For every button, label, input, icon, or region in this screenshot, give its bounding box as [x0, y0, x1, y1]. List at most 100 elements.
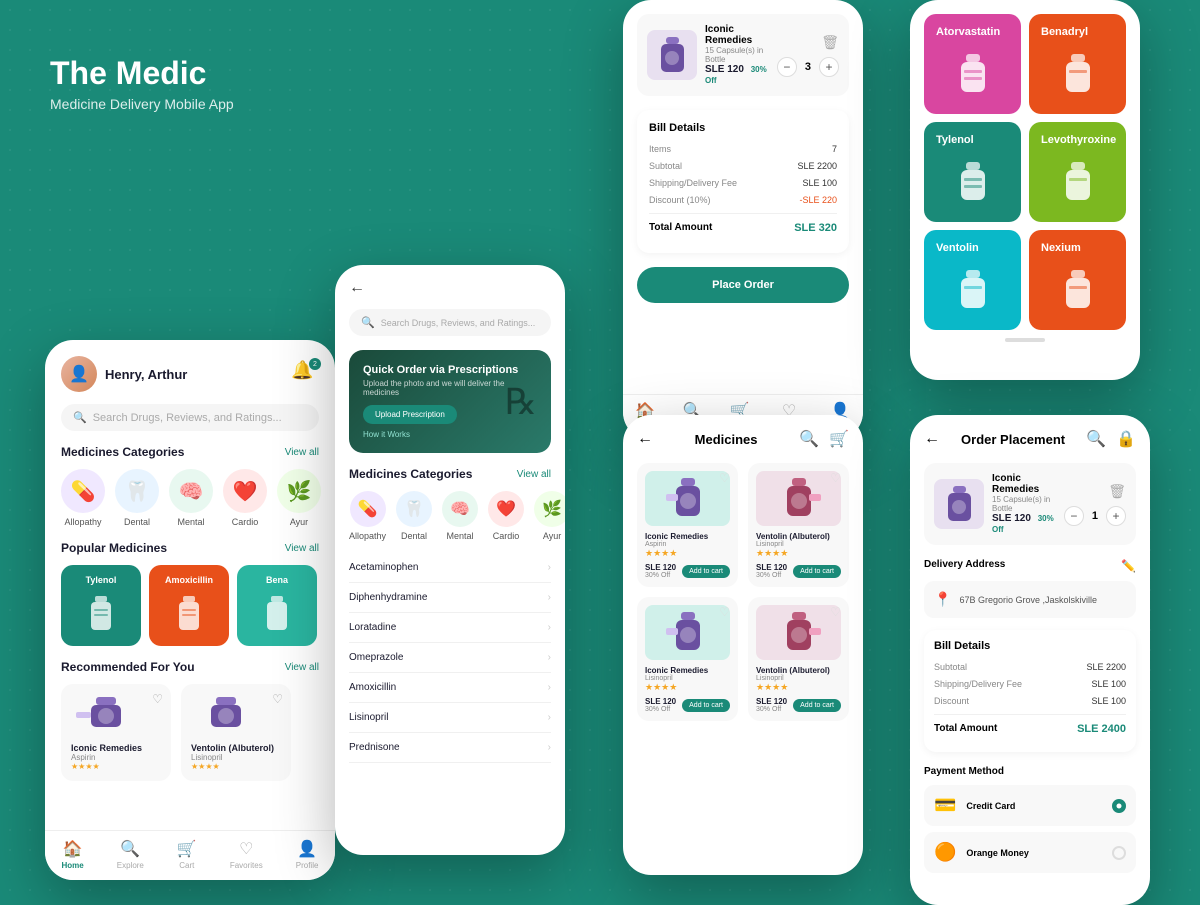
- medicines-back-icon[interactable]: ←: [637, 430, 653, 448]
- grid-img-3: [645, 605, 730, 660]
- search-bar-2[interactable]: 🔍 Search Drugs, Reviews, and Ratings...: [349, 309, 551, 336]
- popular-amoxicillin[interactable]: Amoxicillin: [149, 565, 229, 646]
- delete-icon[interactable]: 🗑: [821, 34, 839, 51]
- order-back-icon[interactable]: ←: [924, 430, 940, 448]
- grid-bottle-1: [663, 474, 713, 524]
- discount-label: Discount (10%): [649, 195, 711, 205]
- med-name-4: Omeprazole: [349, 652, 403, 663]
- search-placeholder-2: Search Drugs, Reviews, and Ratings...: [381, 318, 536, 328]
- bill-title: Bill Details: [649, 122, 837, 134]
- explore-icon: 🔍: [120, 839, 140, 859]
- list-item[interactable]: Loratadine ›: [349, 613, 551, 643]
- order-qty-decrease[interactable]: −: [1064, 506, 1084, 526]
- popular-bena[interactable]: Bena: [237, 565, 317, 646]
- qty-decrease[interactable]: −: [777, 57, 797, 77]
- orange-money-radio[interactable]: [1112, 846, 1126, 860]
- recommended-view-all[interactable]: View all: [285, 662, 319, 673]
- cat-tylenol[interactable]: Tylenol: [924, 122, 1021, 222]
- grid-card-4[interactable]: ♡ Ventolin (Albuterol) Lisinopril ★★★★ S…: [748, 597, 849, 721]
- notification-badge[interactable]: 🔔 2: [291, 360, 319, 388]
- cart-item-info: Iconic Remedies 15 Capsule(s) in Bottle …: [705, 24, 769, 86]
- order-qty-increase[interactable]: +: [1106, 506, 1126, 526]
- order-search-icon[interactable]: 🔍: [1086, 429, 1106, 449]
- medicines-cart-icon[interactable]: 🛒: [829, 429, 849, 449]
- credit-card-radio[interactable]: [1112, 799, 1126, 813]
- cart-qty-section: 🗑 − 3 +: [777, 34, 839, 77]
- search-bar[interactable]: 🔍 Search Drugs, Reviews, and Ratings...: [61, 404, 319, 431]
- medicines-search-icon[interactable]: 🔍: [799, 429, 819, 449]
- med-cat-allopathy[interactable]: 💊 Allopathy: [349, 491, 386, 541]
- grid-sub-3: Lisinopril: [645, 675, 730, 682]
- categories-view-all[interactable]: View all: [285, 447, 319, 458]
- tylenol-svg: [948, 158, 998, 208]
- payment-credit-card[interactable]: 💳 Credit Card: [924, 785, 1136, 826]
- med-cat-mental-label: Mental: [447, 531, 474, 541]
- med-cat-dental[interactable]: 🦷 Dental: [396, 491, 432, 541]
- cat-atorvastatin[interactable]: Atorvastatin: [924, 14, 1021, 114]
- addr-text: 67B Gregorio Grove ,Jaskolskiville: [959, 595, 1097, 605]
- order-total-value: SLE 2400: [1077, 723, 1126, 735]
- nav-cart[interactable]: 🛒 Cart: [177, 839, 197, 870]
- upload-prescription-button[interactable]: Upload Prescription: [363, 405, 457, 424]
- nav-home[interactable]: 🏠 Home: [62, 839, 84, 870]
- tylenol-cat-name: Tylenol: [936, 134, 974, 146]
- arrow-icon-2: ›: [548, 592, 551, 603]
- cat-nexium[interactable]: Nexium: [1029, 230, 1126, 330]
- popular-view-all[interactable]: View all: [285, 543, 319, 554]
- category-allopathy[interactable]: 💊 Allopathy: [61, 469, 105, 527]
- category-ayur[interactable]: 🌿 Ayur: [277, 469, 321, 527]
- add-to-cart-3[interactable]: Add to cart: [682, 699, 730, 712]
- popular-tylenol[interactable]: Tylenol: [61, 565, 141, 646]
- cat-levothyroxine[interactable]: Levothyroxine: [1029, 122, 1126, 222]
- list-item[interactable]: Omeprazole ›: [349, 643, 551, 673]
- list-item[interactable]: Prednisone ›: [349, 733, 551, 763]
- payment-orange-money[interactable]: 🟠 Orange Money: [924, 832, 1136, 873]
- medicines-top-bar: ← Medicines 🔍 🛒: [637, 429, 849, 449]
- grid-card-2[interactable]: ♡ Ventolin (Albuterol) Lisinopril ★★★★ S…: [748, 463, 849, 587]
- amoxicillin-bottle: [169, 591, 209, 636]
- grid-name-1: Iconic Remedies: [645, 532, 730, 541]
- list-item[interactable]: Lisinopril ›: [349, 703, 551, 733]
- bill-items-row: Items 7: [649, 144, 837, 154]
- cat-benadryl[interactable]: Benadryl: [1029, 14, 1126, 114]
- rec-ventolin[interactable]: ♡ Ventolin (Albuterol) Lisinopril ★★★★: [181, 684, 291, 781]
- add-to-cart-1[interactable]: Add to cart: [682, 565, 730, 578]
- add-to-cart-2[interactable]: Add to cart: [793, 565, 841, 578]
- cat-ventolin[interactable]: Ventolin: [924, 230, 1021, 330]
- nav-profile[interactable]: 👤 Profile: [296, 839, 319, 870]
- ventolin-cat-name: Ventolin: [936, 242, 979, 254]
- grid-card-1[interactable]: ♡ Iconic Remedies Aspirin ★★★★ SLE 120 3: [637, 463, 738, 587]
- grid-card-3[interactable]: ♡ Iconic Remedies Lisinopril ★★★★ SLE 12…: [637, 597, 738, 721]
- med-categories-view-all[interactable]: View all: [517, 469, 551, 480]
- place-order-button[interactable]: Place Order: [637, 267, 849, 303]
- rx-how-label[interactable]: How it Works: [363, 430, 537, 439]
- list-item[interactable]: Amoxicillin ›: [349, 673, 551, 703]
- add-to-cart-4[interactable]: Add to cart: [793, 699, 841, 712]
- rec-iconic[interactable]: ♡ Iconic Remedies Aspirin ★★★★: [61, 684, 171, 781]
- grid-price-2: SLE 120: [756, 563, 787, 572]
- list-item[interactable]: Diphenhydramine ›: [349, 583, 551, 613]
- app-header: The Medic Medicine Delivery Mobile App: [50, 55, 234, 112]
- grid-bottle-2: [774, 474, 824, 524]
- nav-favorites[interactable]: ♡ Favorites: [230, 839, 263, 870]
- category-dental[interactable]: 🦷 Dental: [115, 469, 159, 527]
- popular-title: Popular Medicines: [61, 541, 167, 555]
- category-cardio[interactable]: ❤️ Cardio: [223, 469, 267, 527]
- med-cat-cardio[interactable]: ❤️ Cardio: [488, 491, 524, 541]
- qty-increase[interactable]: +: [819, 57, 839, 77]
- delivery-section: Delivery Address ✏️ 📍 67B Gregorio Grove…: [924, 559, 1136, 618]
- bill-discount-row: Discount (10%) -SLE 220: [649, 195, 837, 205]
- med-cat-mental[interactable]: 🧠 Mental: [442, 491, 478, 541]
- category-mental[interactable]: 🧠 Mental: [169, 469, 213, 527]
- order-delete-icon[interactable]: 🗑: [1108, 483, 1126, 500]
- nav-explore[interactable]: 🔍 Explore: [117, 839, 144, 870]
- payment-title: Payment Method: [924, 766, 1136, 777]
- profile-icon: 👤: [297, 839, 317, 859]
- rec-stars-2: ★★★★: [191, 762, 281, 771]
- back-button[interactable]: ←: [349, 279, 551, 297]
- edit-icon[interactable]: ✏️: [1121, 559, 1136, 573]
- rec-bottle-1: [71, 694, 141, 734]
- list-item[interactable]: Acetaminophen ›: [349, 553, 551, 583]
- med-cat-ayur[interactable]: 🌿 Ayur: [534, 491, 565, 541]
- rec-sub-2: Lisinopril: [191, 753, 281, 762]
